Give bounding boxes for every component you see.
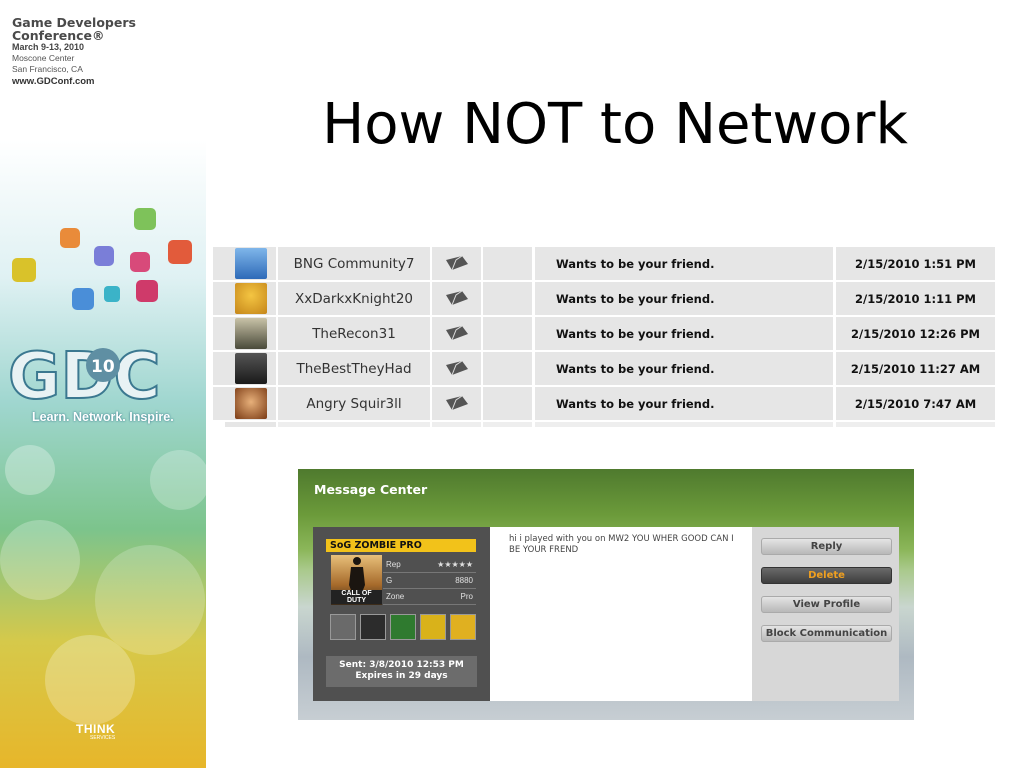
envelope-icon bbox=[445, 360, 468, 375]
request-message: Wants to be your friend. bbox=[535, 387, 833, 420]
sponsor-logo: THINK bbox=[76, 722, 116, 736]
friend-request-row[interactable]: Angry Squir3ll Wants to be your friend. … bbox=[213, 387, 995, 420]
envelope-icon bbox=[445, 395, 468, 410]
svg-text:GDC: GDC bbox=[8, 340, 161, 414]
request-message: Wants to be your friend. bbox=[535, 282, 833, 315]
gamertag: Angry Squir3ll bbox=[278, 387, 430, 420]
envelope-icon bbox=[445, 255, 468, 270]
gdc-decorative-art: GDC 10 bbox=[0, 140, 206, 768]
message-actions: Reply Delete View Profile Block Communic… bbox=[752, 527, 899, 701]
request-date: 2/15/2010 7:47 AM bbox=[836, 387, 995, 420]
delete-button[interactable]: Delete bbox=[761, 567, 892, 584]
gamer-avatar bbox=[225, 352, 276, 385]
request-date: 2/15/2010 1:51 PM bbox=[836, 247, 995, 280]
gamertag: XxDarkxKnight20 bbox=[278, 282, 430, 315]
friend-request-row[interactable]: TheBestTheyHad Wants to be your friend. … bbox=[213, 352, 995, 385]
envelope-icon bbox=[445, 290, 468, 305]
game-tile bbox=[330, 614, 356, 640]
friend-request-icon bbox=[432, 247, 481, 280]
friend-request-row[interactable]: TheRecon31 Wants to be your friend. 2/15… bbox=[213, 317, 995, 350]
gamer-avatar bbox=[225, 247, 276, 280]
request-message: Wants to be your friend. bbox=[535, 247, 833, 280]
avatar bbox=[234, 248, 267, 279]
view-profile-button[interactable]: View Profile bbox=[761, 596, 892, 613]
message-meta: Sent: 3/8/2010 12:53 PM Expires in 29 da… bbox=[326, 656, 477, 687]
gamer-avatar bbox=[225, 387, 276, 420]
conference-dates: March 9-13, 2010 bbox=[12, 42, 85, 52]
message-center: Message Center SoG ZOMBIE PRO CALL OF DU… bbox=[298, 469, 914, 720]
gdc-tagline: Learn. Network. Inspire. bbox=[32, 410, 174, 424]
conference-info: Game Developers Conference® March 9-13, … bbox=[12, 16, 202, 88]
avatar bbox=[234, 283, 267, 314]
request-date: 2/15/2010 12:26 PM bbox=[836, 317, 995, 350]
request-message: Wants to be your friend. bbox=[535, 352, 833, 385]
gamer-avatar bbox=[225, 317, 276, 350]
recent-games bbox=[330, 614, 478, 640]
conference-name-line2: Conference® bbox=[12, 28, 105, 43]
stat-gamerscore: G 8880 bbox=[383, 573, 476, 589]
gamer-stats: Rep ★★★★★ G 8880 Zone Pro bbox=[383, 557, 476, 605]
friend-request-icon bbox=[432, 317, 481, 350]
gamertag: BNG Community7 bbox=[278, 247, 430, 280]
stat-rep: Rep ★★★★★ bbox=[383, 557, 476, 573]
message-center-title: Message Center bbox=[314, 482, 428, 497]
game-tile bbox=[390, 614, 416, 640]
friend-request-row[interactable]: XxDarkxKnight20 Wants to be your friend.… bbox=[213, 282, 995, 315]
message-text: hi i played with you on MW2 YOU WHER GOO… bbox=[509, 534, 734, 555]
request-date: 2/15/2010 1:11 PM bbox=[836, 282, 995, 315]
block-communication-button[interactable]: Block Communication bbox=[761, 625, 892, 642]
request-date: 2/15/2010 11:27 AM bbox=[836, 352, 995, 385]
game-title: CALL OF DUTY bbox=[331, 590, 382, 604]
conference-venue: Moscone Center bbox=[12, 53, 75, 63]
slide-title: How NOT to Network bbox=[322, 92, 908, 157]
reputation-stars: ★★★★★ bbox=[437, 560, 473, 569]
avatar bbox=[234, 318, 267, 349]
avatar bbox=[234, 353, 267, 384]
gamer-avatar bbox=[225, 282, 276, 315]
avatar bbox=[234, 388, 267, 419]
gamer-picture: CALL OF DUTY bbox=[331, 555, 382, 605]
list-cutoff-row bbox=[213, 422, 995, 427]
friend-request-list: BNG Community7 Wants to be your friend. … bbox=[213, 247, 995, 427]
sender-gamertag: SoG ZOMBIE PRO bbox=[326, 539, 476, 552]
conference-city: San Francisco, CA bbox=[12, 64, 83, 74]
conference-url: www.GDConf.com bbox=[12, 76, 95, 87]
game-tile bbox=[360, 614, 386, 640]
gdc-sidebar: GDC 10 Game Developers Conference® March… bbox=[0, 0, 206, 768]
friend-request-row[interactable]: BNG Community7 Wants to be your friend. … bbox=[213, 247, 995, 280]
stat-zone: Zone Pro bbox=[383, 589, 476, 605]
friend-request-icon bbox=[432, 352, 481, 385]
gamertag: TheRecon31 bbox=[278, 317, 430, 350]
sender-gamercard: SoG ZOMBIE PRO CALL OF DUTY Rep ★★★★★ G … bbox=[313, 527, 490, 701]
message-body: hi i played with you on MW2 YOU WHER GOO… bbox=[490, 527, 752, 701]
sent-timestamp: Sent: 3/8/2010 12:53 PM bbox=[339, 660, 464, 670]
reply-button[interactable]: Reply bbox=[761, 538, 892, 555]
message-panel: SoG ZOMBIE PRO CALL OF DUTY Rep ★★★★★ G … bbox=[313, 527, 899, 701]
sponsor-logo-sub: SERVICES bbox=[90, 735, 116, 741]
soldier-silhouette-icon bbox=[349, 557, 365, 595]
friend-request-icon bbox=[432, 387, 481, 420]
envelope-icon bbox=[445, 325, 468, 340]
svg-text:10: 10 bbox=[91, 357, 115, 377]
expiry-notice: Expires in 29 days bbox=[355, 671, 448, 681]
request-message: Wants to be your friend. bbox=[535, 317, 833, 350]
game-tile bbox=[450, 614, 476, 640]
gamertag: TheBestTheyHad bbox=[278, 352, 430, 385]
friend-request-icon bbox=[432, 282, 481, 315]
game-tile bbox=[420, 614, 446, 640]
